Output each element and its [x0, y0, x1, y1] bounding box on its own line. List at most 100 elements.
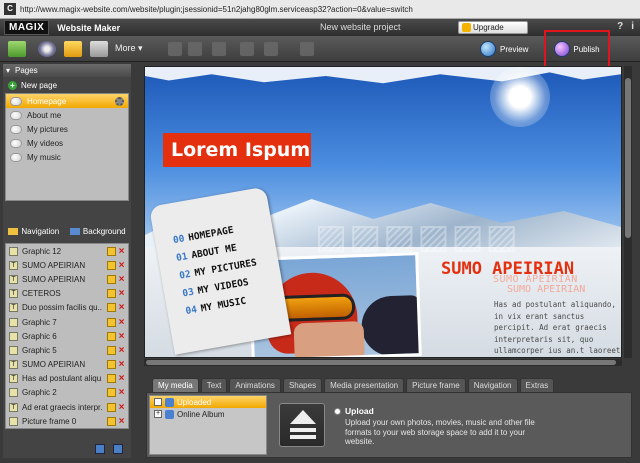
paste-button[interactable] [264, 40, 278, 58]
delete-icon[interactable]: × [117, 402, 126, 412]
preview-button[interactable]: Preview [480, 39, 540, 59]
upload-radio[interactable] [334, 408, 341, 415]
media-button[interactable] [38, 40, 56, 58]
delete-icon[interactable]: × [117, 303, 126, 313]
page-icon [10, 124, 22, 134]
delete-icon[interactable]: × [117, 345, 126, 355]
scroll-thumb[interactable] [146, 360, 616, 365]
edit-icon[interactable] [107, 374, 116, 384]
delete-icon[interactable]: × [117, 274, 126, 284]
headline-banner[interactable]: Lorem Ispum [163, 133, 311, 167]
layer-down-icon[interactable] [113, 444, 123, 454]
cut-button[interactable] [212, 40, 226, 58]
list-item[interactable]: Graphic 12 × [6, 244, 128, 258]
website-canvas[interactable]: Lorem Ispum ▨▨▨▨▨▨ 00 HOMEPAGE 01 ABOUT ME… [144, 66, 622, 358]
delete-icon[interactable]: × [117, 289, 126, 299]
list-item[interactable]: T CETEROS × [6, 287, 128, 301]
edit-icon[interactable] [107, 317, 116, 327]
undo-icon [168, 42, 182, 56]
tab-extras[interactable]: Extras [519, 378, 555, 392]
tab-picture-frame[interactable]: Picture frame [406, 378, 466, 392]
tab-text[interactable]: Text [200, 378, 228, 392]
media-panel: − Uploaded + Online Album Upload Upload … [146, 392, 632, 458]
delete-icon[interactable]: × [117, 260, 126, 270]
edit-icon[interactable] [107, 246, 116, 256]
pages-header[interactable]: Pages [3, 64, 131, 77]
new-page-button[interactable]: + New page [3, 77, 131, 93]
delete-icon[interactable]: × [117, 360, 126, 370]
collapse-icon[interactable]: − [154, 398, 162, 406]
browser-address-bar[interactable]: C http://www.magix-website.com/website/p… [0, 0, 640, 19]
more-menu[interactable]: More ▾ [115, 43, 143, 54]
url-text[interactable]: http://www.magix-website.com/website/plu… [20, 5, 413, 14]
delete-icon[interactable]: × [117, 317, 126, 327]
delete-icon[interactable]: × [117, 374, 126, 384]
list-item[interactable]: Graphic 7 × [6, 315, 128, 329]
redo-button[interactable] [188, 40, 202, 58]
page-item-my-music[interactable]: My music [6, 150, 128, 164]
page-item-homepage[interactable]: Homepage [6, 94, 128, 108]
upload-icon[interactable] [279, 403, 325, 447]
edit-icon[interactable] [107, 274, 116, 284]
undo-button[interactable] [168, 40, 182, 58]
tree-item-online-album[interactable]: + Online Album [150, 408, 266, 420]
tab-animations[interactable]: Animations [229, 378, 281, 392]
help-icon[interactable]: ? [617, 21, 623, 32]
layer-up-icon[interactable] [95, 444, 105, 454]
upgrade-button[interactable]: Upgrade [458, 21, 528, 34]
list-item[interactable]: T Ad erat graecis interpr... × [6, 400, 128, 414]
text-type-icon: T [9, 274, 18, 284]
edit-icon[interactable] [107, 289, 116, 299]
list-item[interactable]: Graphic 2 × [6, 386, 128, 400]
list-item[interactable]: Graphic 5 × [6, 343, 128, 357]
page-item-about-me[interactable]: About me [6, 108, 128, 122]
list-item[interactable]: Graphic 6 × [6, 329, 128, 343]
nav-link-about-me[interactable]: 01 ABOUT ME [175, 242, 237, 263]
page-item-my-videos[interactable]: My videos [6, 136, 128, 150]
canvas-vertical-scrollbar[interactable] [624, 66, 632, 358]
edit-icon[interactable] [107, 331, 116, 341]
background-button[interactable]: Background [69, 227, 126, 236]
edit-icon[interactable] [107, 345, 116, 355]
page-item-my-pictures[interactable]: My pictures [6, 122, 128, 136]
tab-navigation[interactable]: Navigation [467, 378, 518, 392]
list-item[interactable]: T Duo possim facilis qu... × [6, 301, 128, 315]
list-item[interactable]: T SUMO APEIRIAN × [6, 258, 128, 272]
nav-link-my-music[interactable]: 04 MY MUSIC [185, 296, 247, 317]
delete-icon[interactable]: × [117, 246, 126, 256]
copy-button[interactable] [240, 40, 254, 58]
tree-item-uploaded[interactable]: − Uploaded [150, 396, 266, 408]
canvas-horizontal-scrollbar[interactable] [144, 359, 622, 366]
page-icon [10, 96, 22, 106]
delete-icon[interactable]: × [117, 416, 126, 426]
navigation-button[interactable]: Navigation [8, 227, 59, 236]
delete-icon[interactable]: × [117, 331, 126, 341]
expand-icon[interactable]: + [154, 410, 162, 418]
list-item[interactable]: T SUMO APEIRIAN × [6, 358, 128, 372]
edit-icon[interactable] [107, 402, 116, 412]
list-item[interactable]: Picture frame 0 × [6, 414, 128, 428]
body-paragraph[interactable]: Has ad postulant aliquando, in vix erant… [494, 299, 621, 357]
edit-icon[interactable] [107, 360, 116, 370]
tab-my-media[interactable]: My media [152, 378, 199, 392]
nav-link-homepage[interactable]: 00 HOMEPAGE [172, 225, 234, 246]
tab-shapes[interactable]: Shapes [282, 378, 323, 392]
list-item[interactable]: T SUMO APEIRIAN × [6, 272, 128, 286]
list-item[interactable]: T Has ad postulant aliqu... × [6, 372, 128, 386]
add-element-button[interactable] [8, 40, 26, 58]
delete-button[interactable] [300, 40, 314, 58]
delete-icon[interactable]: × [117, 388, 126, 398]
stack-button[interactable] [90, 40, 108, 58]
edit-icon[interactable] [107, 388, 116, 398]
tree-label: Uploaded [177, 397, 212, 407]
scroll-thumb[interactable] [625, 78, 631, 238]
gear-icon[interactable] [115, 96, 124, 106]
edit-icon[interactable] [107, 416, 116, 426]
edit-icon[interactable] [107, 260, 116, 270]
tab-media-presentation[interactable]: Media presentation [324, 378, 405, 392]
info-icon[interactable]: i [631, 21, 634, 32]
edit-icon[interactable] [107, 303, 116, 313]
open-folder-button[interactable] [64, 40, 82, 58]
navigation-icon [8, 227, 19, 235]
publish-button[interactable]: Publish [544, 30, 610, 68]
